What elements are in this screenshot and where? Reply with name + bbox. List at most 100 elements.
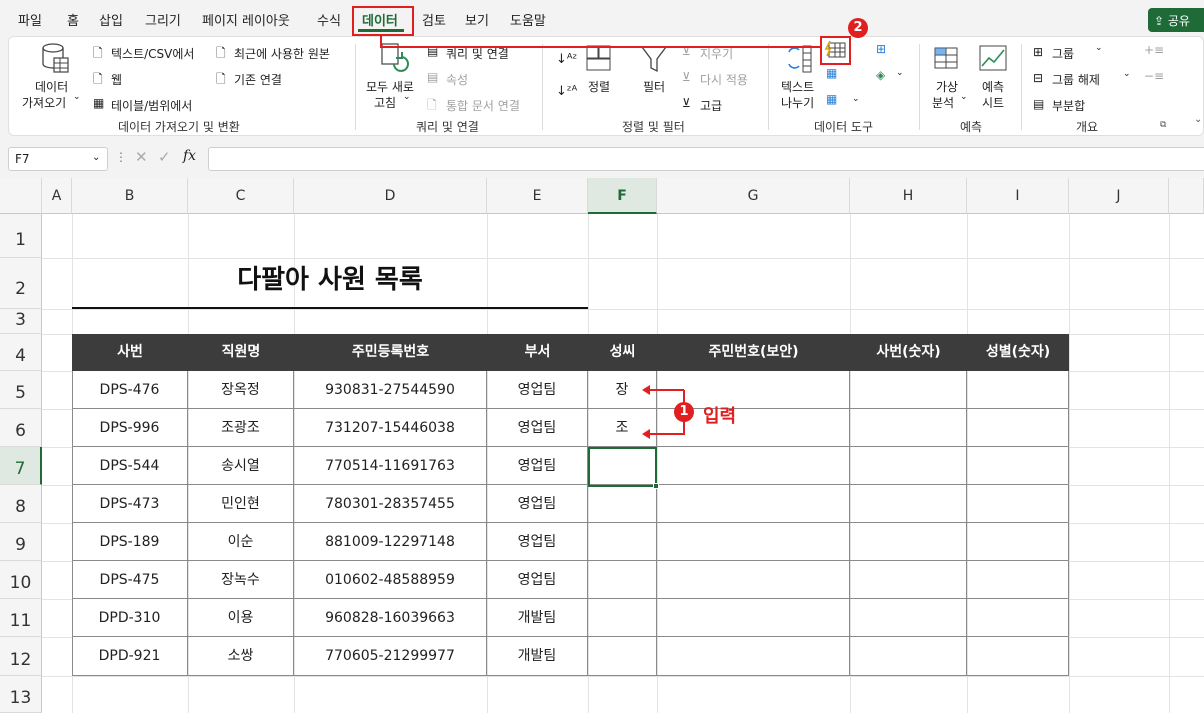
- table-cell[interactable]: [967, 447, 1069, 485]
- cancel-icon[interactable]: ✕: [135, 148, 148, 166]
- col-header-d[interactable]: D: [294, 178, 487, 214]
- what-if-button[interactable]: 가상: [936, 78, 958, 95]
- table-cell[interactable]: 조광조: [188, 409, 294, 447]
- what-if-button-line2[interactable]: 분석: [932, 94, 954, 111]
- table-cell[interactable]: 소쌍: [188, 637, 294, 676]
- sort-desc-icon[interactable]: ↓ᶻᴬ: [556, 84, 577, 99]
- table-cell[interactable]: 장옥정: [188, 371, 294, 409]
- row-header-9[interactable]: 9: [0, 523, 42, 561]
- formula-input[interactable]: [208, 147, 1204, 171]
- table-cell[interactable]: 이용: [188, 599, 294, 637]
- col-header-a[interactable]: A: [42, 178, 72, 214]
- fill-handle[interactable]: [653, 483, 659, 489]
- table-cell[interactable]: 영업팀: [487, 409, 588, 447]
- table-cell[interactable]: 770514-11691763: [294, 447, 487, 485]
- chevron-down-icon[interactable]: ⌄: [73, 92, 81, 102]
- table-cell[interactable]: 민인현: [188, 485, 294, 523]
- row-header-13[interactable]: 13: [0, 676, 42, 713]
- group-button[interactable]: 그룹: [1052, 45, 1074, 62]
- table-cell[interactable]: DPS-189: [72, 523, 188, 561]
- table-cell[interactable]: 930831-27544590: [294, 371, 487, 409]
- row-header-4[interactable]: 4: [0, 334, 42, 371]
- ungroup-button[interactable]: 그룹 해제: [1052, 71, 1100, 88]
- text-to-columns-button-line2[interactable]: 나누기: [781, 94, 814, 111]
- table-cell[interactable]: DPD-921: [72, 637, 188, 676]
- enter-icon[interactable]: ✓: [158, 148, 171, 166]
- subtotal-button[interactable]: 부분합: [1052, 97, 1085, 114]
- consolidate-icon[interactable]: ⊞: [876, 42, 886, 56]
- row-header-5[interactable]: 5: [0, 371, 42, 409]
- table-cell[interactable]: [657, 523, 850, 561]
- col-header-f[interactable]: F: [588, 178, 657, 214]
- table-cell[interactable]: [850, 523, 967, 561]
- table-cell[interactable]: [588, 523, 657, 561]
- row-header-10[interactable]: 10: [0, 561, 42, 599]
- table-cell[interactable]: 731207-15446038: [294, 409, 487, 447]
- table-cell[interactable]: [850, 561, 967, 599]
- table-cell[interactable]: 개발팀: [487, 637, 588, 676]
- menu-file[interactable]: 파일: [18, 10, 42, 29]
- table-cell[interactable]: [850, 485, 967, 523]
- chevron-down-icon[interactable]: ⌄: [92, 152, 100, 163]
- table-cell[interactable]: [657, 637, 850, 676]
- existing-connections-button[interactable]: 기존 연결: [234, 71, 282, 88]
- active-cell-f7[interactable]: [588, 447, 657, 487]
- dialog-launcher-icon[interactable]: ⧉: [1160, 120, 1166, 130]
- menu-page-layout[interactable]: 페이지 레이아웃: [202, 10, 290, 29]
- table-cell[interactable]: [850, 637, 967, 676]
- get-data-button-line2[interactable]: 가져오기: [22, 94, 66, 111]
- table-cell[interactable]: [967, 561, 1069, 599]
- web-button[interactable]: 웹: [111, 71, 122, 88]
- forecast-sheet-button-line2[interactable]: 시트: [982, 94, 1004, 111]
- table-cell[interactable]: 영업팀: [487, 371, 588, 409]
- col-header-h[interactable]: H: [850, 178, 967, 214]
- ribbon-collapse-icon[interactable]: ⌄: [1194, 114, 1202, 125]
- table-cell[interactable]: 770605-21299977: [294, 637, 487, 676]
- chevron-down-icon[interactable]: ⌄: [896, 68, 904, 78]
- table-cell[interactable]: [967, 599, 1069, 637]
- table-cell[interactable]: [657, 447, 850, 485]
- col-header-i[interactable]: I: [967, 178, 1069, 214]
- text-to-columns-button[interactable]: 텍스트: [781, 78, 814, 95]
- table-cell[interactable]: 이순: [188, 523, 294, 561]
- table-cell[interactable]: [967, 523, 1069, 561]
- table-cell[interactable]: [850, 409, 967, 447]
- menu-help[interactable]: 도움말: [510, 10, 546, 29]
- table-cell[interactable]: [967, 485, 1069, 523]
- table-cell[interactable]: [588, 561, 657, 599]
- table-cell[interactable]: [967, 409, 1069, 447]
- chevron-down-icon[interactable]: ⌄: [960, 92, 968, 102]
- flash-fill-icon[interactable]: [824, 40, 848, 60]
- row-header-7[interactable]: 7: [0, 447, 42, 485]
- table-cell[interactable]: 영업팀: [487, 485, 588, 523]
- menu-review[interactable]: 검토: [422, 10, 446, 29]
- row-header-11[interactable]: 11: [0, 599, 42, 637]
- table-cell[interactable]: [588, 485, 657, 523]
- table-header-cell[interactable]: 부서: [487, 334, 588, 371]
- table-header-cell[interactable]: 직원명: [188, 334, 294, 371]
- sort-asc-icon[interactable]: ↓ᴬᶻ: [556, 52, 577, 67]
- table-cell[interactable]: [588, 599, 657, 637]
- chevron-down-icon[interactable]: ⌄: [852, 94, 860, 104]
- table-header-cell[interactable]: 성씨: [588, 334, 657, 371]
- table-cell[interactable]: DPS-544: [72, 447, 188, 485]
- sort-button[interactable]: 정렬: [588, 78, 610, 95]
- text-csv-button[interactable]: 텍스트/CSV에서: [111, 45, 194, 62]
- row-header-2[interactable]: 2: [0, 258, 42, 309]
- table-cell[interactable]: [850, 447, 967, 485]
- menu-home[interactable]: 홈: [67, 10, 79, 29]
- row-header-8[interactable]: 8: [0, 485, 42, 523]
- col-header-e[interactable]: E: [487, 178, 588, 214]
- table-cell[interactable]: 송시열: [188, 447, 294, 485]
- table-header-cell[interactable]: 주민등록번호: [294, 334, 487, 371]
- share-button[interactable]: ⇪ 공유: [1148, 8, 1204, 32]
- chevron-down-icon[interactable]: ⌄: [1095, 43, 1103, 53]
- table-cell[interactable]: 영업팀: [487, 447, 588, 485]
- show-detail-icon[interactable]: +≡: [1144, 43, 1164, 57]
- refresh-all-button-line2[interactable]: 고침: [374, 94, 396, 111]
- col-header-b[interactable]: B: [72, 178, 188, 214]
- chevron-down-icon[interactable]: ⌄: [403, 92, 411, 102]
- properties-button[interactable]: 속성: [446, 71, 468, 88]
- table-cell[interactable]: DPS-476: [72, 371, 188, 409]
- table-header-cell[interactable]: 사번: [72, 334, 188, 371]
